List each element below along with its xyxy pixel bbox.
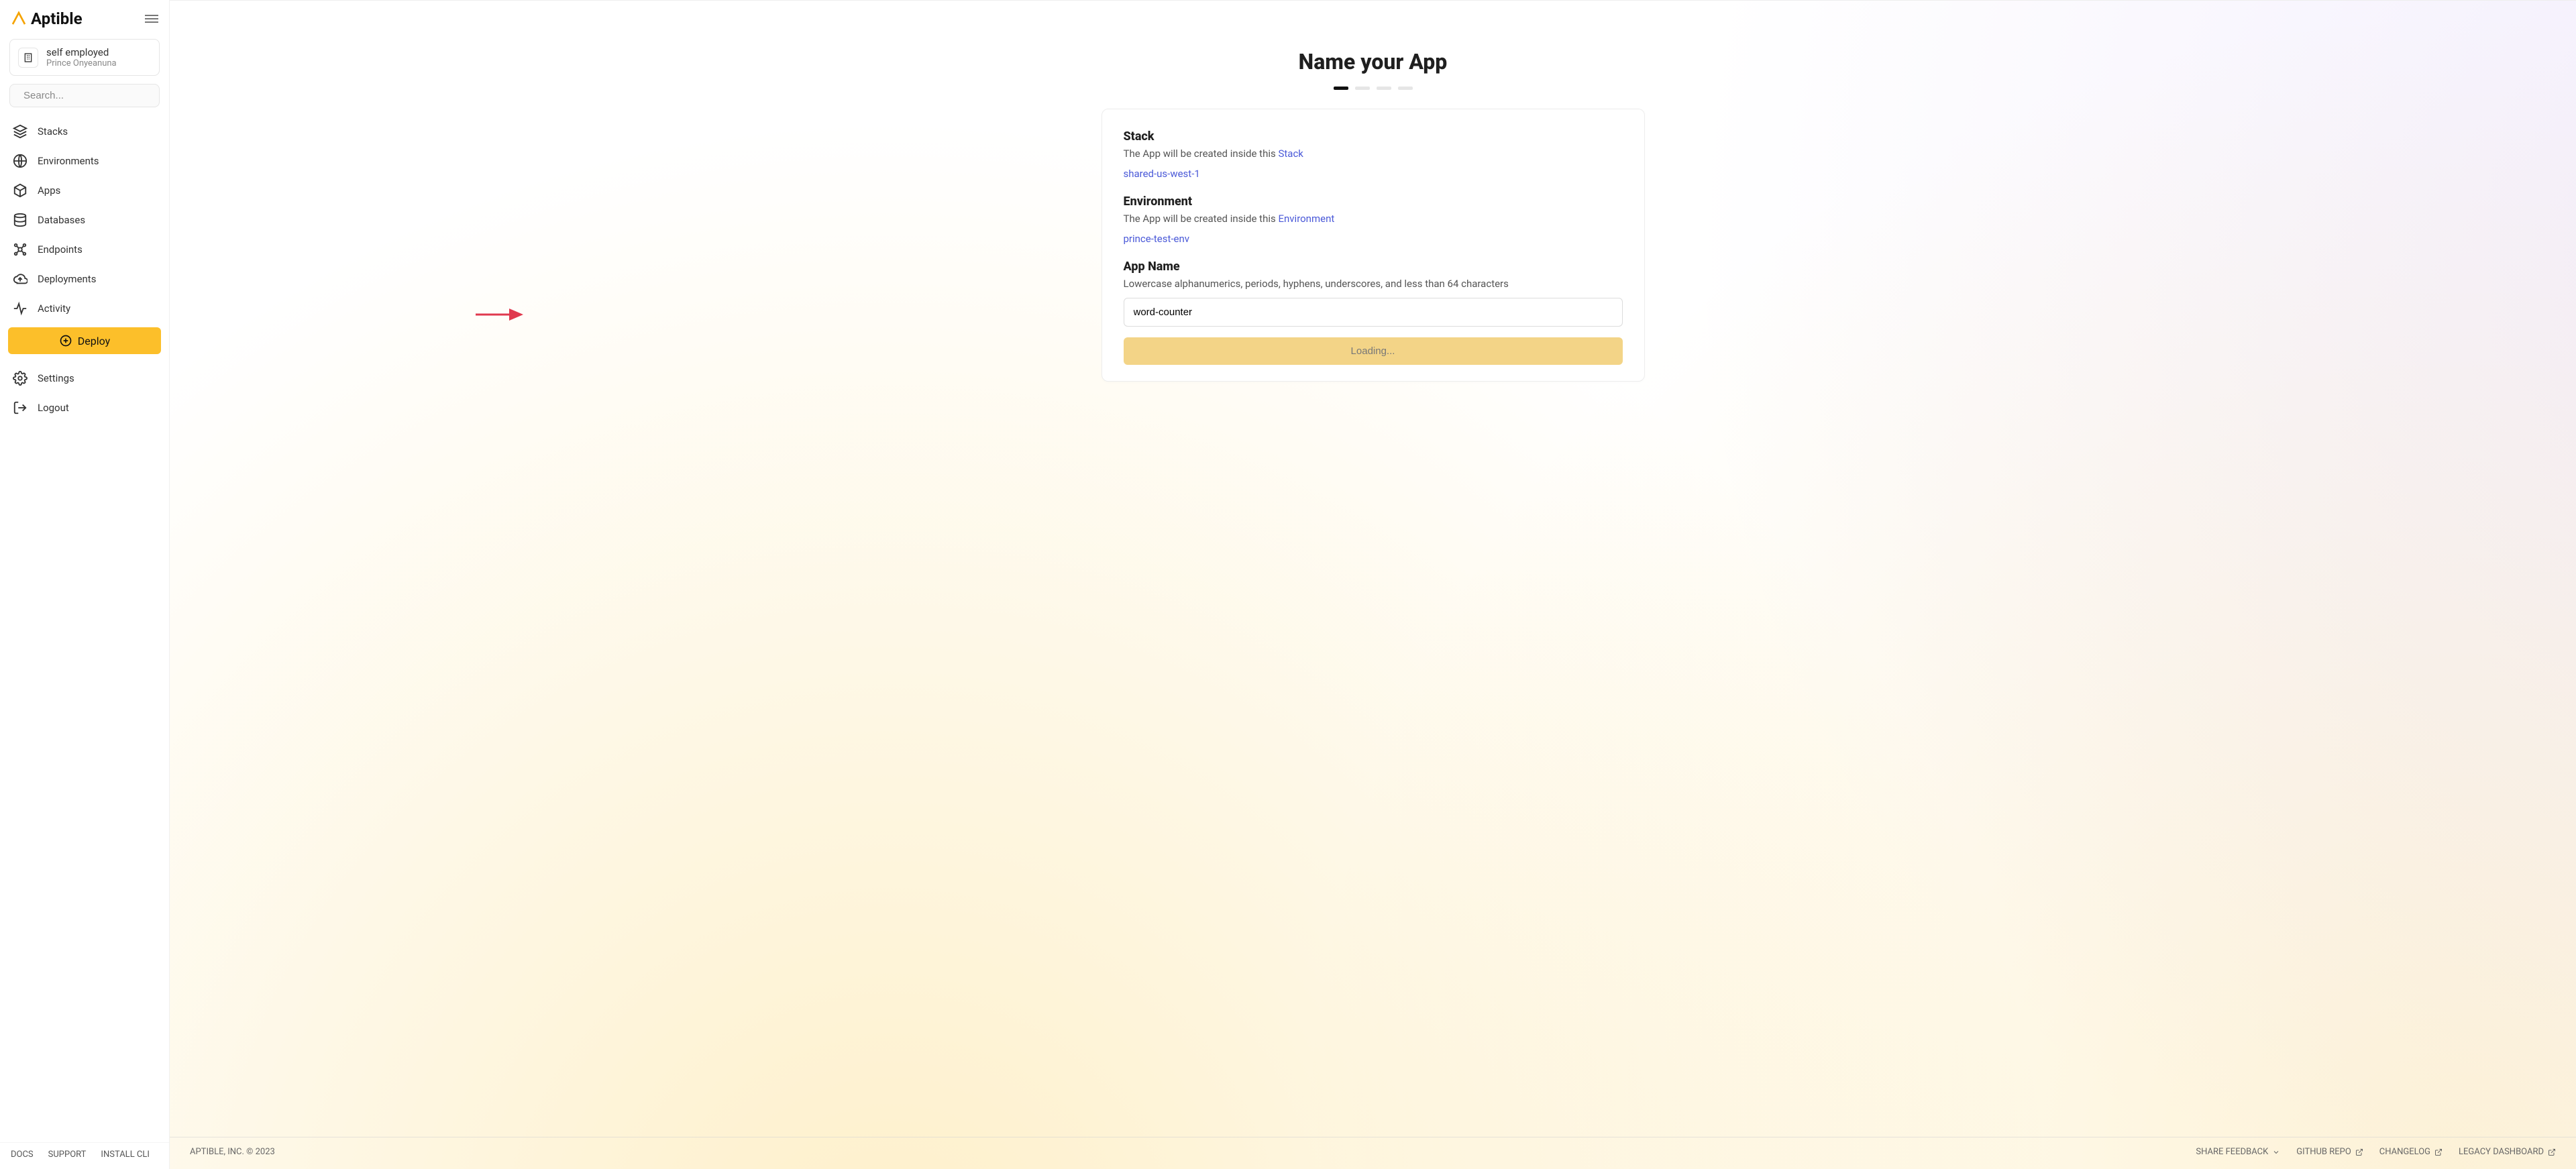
sidebar-item-databases[interactable]: Databases bbox=[7, 205, 162, 235]
footer: APTIBLE, INC. © 2023 SHARE FEEDBACK GITH… bbox=[170, 1137, 2576, 1169]
endpoints-icon bbox=[12, 241, 28, 258]
sidebar-item-label: Environments bbox=[38, 155, 99, 167]
main: Name your App Stack The App will be crea… bbox=[170, 0, 2576, 1169]
sidebar-item-logout[interactable]: Logout bbox=[7, 393, 162, 423]
github-repo-link[interactable]: GITHUB REPO bbox=[2296, 1147, 2363, 1157]
globe-icon bbox=[12, 153, 28, 169]
copyright: APTIBLE, INC. © 2023 bbox=[190, 1147, 275, 1157]
sidebar-item-label: Endpoints bbox=[38, 243, 83, 256]
share-feedback-link[interactable]: SHARE FEEDBACK bbox=[2196, 1147, 2280, 1157]
sidebar-item-activity[interactable]: Activity bbox=[7, 294, 162, 323]
form-card: Stack The App will be created inside thi… bbox=[1102, 109, 1645, 382]
sidebar-bottom-links: DOCS SUPPORT INSTALL CLI bbox=[0, 1142, 169, 1169]
step-4 bbox=[1398, 87, 1413, 90]
sidebar-item-label: Apps bbox=[38, 184, 60, 197]
step-1 bbox=[1334, 87, 1348, 90]
main-content: Name your App Stack The App will be crea… bbox=[170, 1, 2576, 1137]
logo-row: Aptible bbox=[7, 9, 162, 35]
search-box[interactable] bbox=[9, 84, 160, 107]
building-icon bbox=[18, 48, 38, 68]
external-link-icon bbox=[2355, 1148, 2363, 1156]
arrow-annotation bbox=[474, 307, 528, 323]
external-link-icon bbox=[2548, 1148, 2556, 1156]
aptible-logo-icon bbox=[11, 11, 27, 27]
sidebar-item-environments[interactable]: Environments bbox=[7, 146, 162, 176]
brand-name: Aptible bbox=[31, 9, 83, 28]
sidebar-item-settings[interactable]: Settings bbox=[7, 364, 162, 393]
sidebar-item-label: Logout bbox=[38, 402, 69, 414]
sidebar-item-stacks[interactable]: Stacks bbox=[7, 117, 162, 146]
cube-icon bbox=[12, 182, 28, 199]
stepper bbox=[1334, 87, 1413, 90]
link-support[interactable]: SUPPORT bbox=[48, 1150, 87, 1160]
sidebar-item-label: Settings bbox=[38, 372, 74, 384]
external-link-icon bbox=[2434, 1148, 2443, 1156]
env-desc: The App will be created inside this Envi… bbox=[1124, 213, 1623, 225]
env-link[interactable]: Environment bbox=[1278, 213, 1334, 225]
chevron-down-icon bbox=[2272, 1148, 2280, 1156]
sidebar-item-endpoints[interactable]: Endpoints bbox=[7, 235, 162, 264]
plus-circle-icon bbox=[59, 334, 72, 347]
appname-input[interactable] bbox=[1124, 298, 1623, 327]
sidebar-item-label: Stacks bbox=[38, 125, 68, 137]
changelog-link[interactable]: CHANGELOG bbox=[2379, 1147, 2443, 1157]
env-head: Environment bbox=[1124, 194, 1623, 209]
sidebar-item-label: Activity bbox=[38, 302, 70, 315]
deploy-button-label: Deploy bbox=[78, 335, 110, 347]
env-value-link[interactable]: prince-test-env bbox=[1124, 233, 1190, 245]
stack-link[interactable]: Stack bbox=[1278, 148, 1303, 160]
nav-list-bottom: Settings Logout bbox=[7, 364, 162, 423]
deploy-button[interactable]: Deploy bbox=[8, 327, 161, 354]
database-icon bbox=[12, 212, 28, 228]
footer-links: SHARE FEEDBACK GITHUB REPO CHANGELOG LEG… bbox=[2196, 1147, 2556, 1157]
link-install-cli[interactable]: INSTALL CLI bbox=[101, 1150, 150, 1160]
submit-button[interactable]: Loading... bbox=[1124, 337, 1623, 365]
legacy-dashboard-link[interactable]: LEGACY DASHBOARD bbox=[2459, 1147, 2556, 1157]
layers-icon bbox=[12, 123, 28, 140]
cloud-upload-icon bbox=[12, 271, 28, 287]
step-3 bbox=[1377, 87, 1391, 90]
sidebar-item-deployments[interactable]: Deployments bbox=[7, 264, 162, 294]
sidebar-scroll[interactable]: Aptible self employed Prince Onyeanuna bbox=[0, 0, 169, 1142]
page-title: Name your App bbox=[1299, 49, 1448, 74]
hamburger-icon[interactable] bbox=[145, 15, 158, 23]
link-docs[interactable]: DOCS bbox=[11, 1150, 34, 1160]
stack-value-link[interactable]: shared-us-west-1 bbox=[1124, 168, 1200, 180]
stack-desc: The App will be created inside this Stac… bbox=[1124, 148, 1623, 160]
search-input[interactable] bbox=[23, 90, 157, 101]
logout-icon bbox=[12, 400, 28, 416]
org-title: self employed bbox=[46, 46, 117, 58]
brand-logo[interactable]: Aptible bbox=[11, 9, 83, 28]
appname-desc: Lowercase alphanumerics, periods, hyphen… bbox=[1124, 278, 1623, 290]
appname-head: App Name bbox=[1124, 260, 1623, 274]
org-sub: Prince Onyeanuna bbox=[46, 58, 117, 68]
step-2 bbox=[1355, 87, 1370, 90]
stack-head: Stack bbox=[1124, 129, 1623, 144]
nav-list: Stacks Environments Apps Databases bbox=[7, 117, 162, 323]
activity-icon bbox=[12, 300, 28, 317]
sidebar-item-label: Databases bbox=[38, 214, 85, 226]
sidebar-item-label: Deployments bbox=[38, 273, 96, 285]
gear-icon bbox=[12, 370, 28, 386]
org-switcher[interactable]: self employed Prince Onyeanuna bbox=[9, 39, 160, 76]
sidebar-item-apps[interactable]: Apps bbox=[7, 176, 162, 205]
sidebar: Aptible self employed Prince Onyeanuna bbox=[0, 0, 170, 1169]
